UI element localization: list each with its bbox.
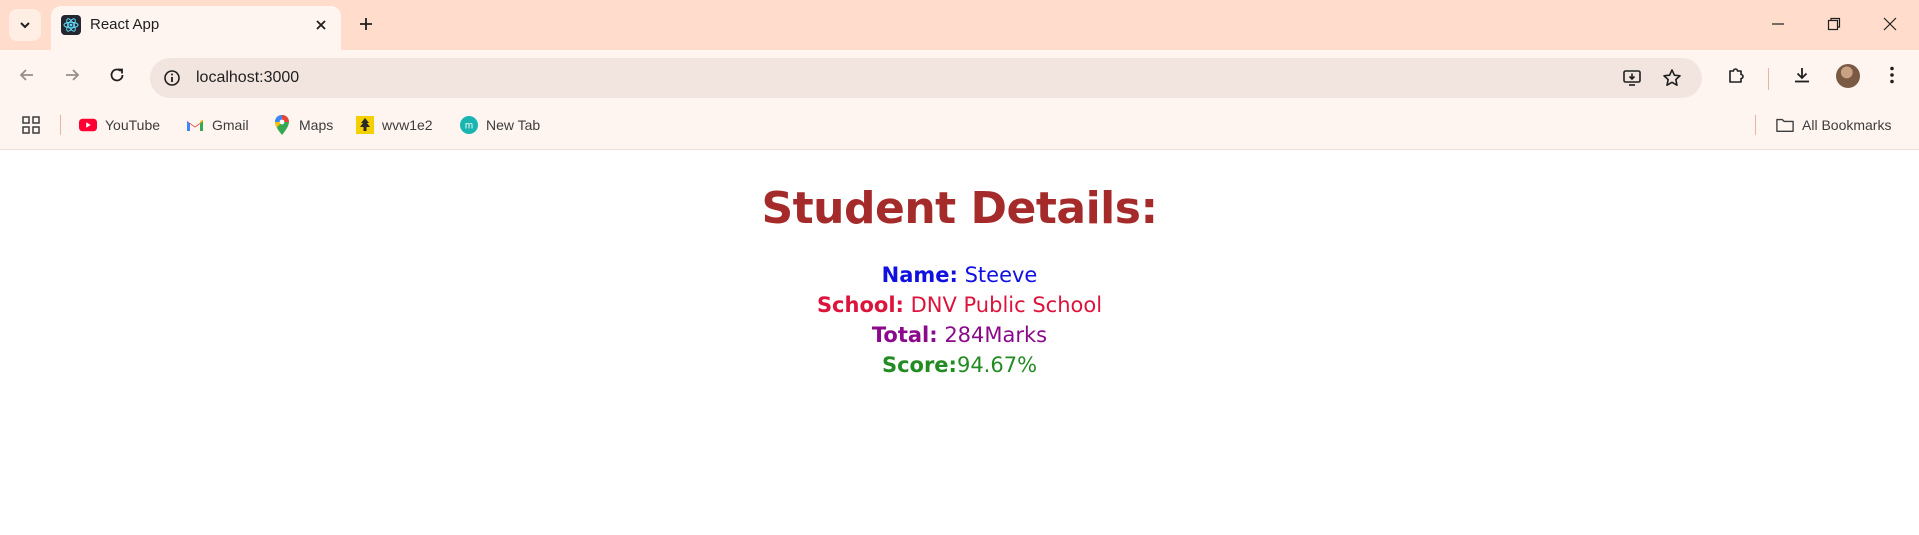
bookmark-label: wvw1e2 (382, 117, 433, 133)
bookmark-new-tab[interactable]: m New Tab (460, 113, 540, 137)
new-tab-button[interactable] (352, 10, 380, 38)
youtube-icon (79, 116, 97, 134)
student-name-row: Name: Steeve (0, 260, 1919, 290)
restore-button[interactable] (1806, 0, 1862, 48)
star-icon (1663, 69, 1681, 86)
tab-search-button[interactable] (9, 9, 41, 41)
toolbar-separator (1768, 68, 1769, 90)
tab-strip: React App (0, 0, 1919, 50)
all-bookmarks-label: All Bookmarks (1802, 117, 1892, 133)
bookmarks-bar: YouTube Gmail Maps wvw1e2 m New Tab All … (0, 100, 1919, 150)
bookmark-label: Maps (299, 117, 334, 133)
close-icon (316, 20, 326, 30)
bookmark-label: New Tab (486, 117, 541, 133)
bookmark-youtube[interactable]: YouTube (79, 113, 160, 137)
gmail-icon (186, 116, 204, 134)
forward-button[interactable] (56, 59, 88, 91)
react-logo-icon (61, 15, 81, 35)
plus-icon (360, 18, 372, 30)
profile-avatar[interactable] (1836, 64, 1860, 88)
wvw1e2-icon (356, 116, 374, 134)
student-school-row: School: DNV Public School (0, 290, 1919, 320)
more-vertical-icon (1890, 66, 1894, 84)
page-heading: Student Details: (761, 183, 1158, 234)
student-total-row: Total: 284Marks (0, 320, 1919, 350)
arrow-left-icon (19, 69, 33, 81)
student-score-row: Score:94.67% (0, 350, 1919, 380)
arrow-right-icon (66, 69, 80, 81)
address-bar[interactable]: localhost:3000 (150, 58, 1702, 98)
field-value: Steeve (957, 263, 1038, 287)
svg-text:m: m (465, 121, 473, 132)
folder-icon (1776, 116, 1794, 134)
minimize-icon (1772, 23, 1784, 25)
bookmarks-separator (1755, 115, 1756, 135)
field-label: Name: (881, 263, 958, 287)
field-label: Score: (881, 353, 957, 377)
downloads-button[interactable] (1788, 61, 1816, 89)
browser-toolbar: localhost:3000 (0, 50, 1919, 100)
apps-button[interactable] (22, 113, 40, 137)
field-value: DNV Public School (903, 293, 1103, 317)
close-icon (1883, 17, 1897, 31)
bookmark-gmail[interactable]: Gmail (186, 113, 249, 137)
url-text[interactable]: localhost:3000 (196, 69, 299, 87)
bookmark-star-button[interactable] (1659, 65, 1685, 91)
site-info-button[interactable] (160, 66, 184, 90)
active-tab[interactable]: React App (51, 6, 341, 50)
reload-button[interactable] (101, 59, 133, 91)
maps-icon (273, 115, 291, 135)
chevron-down-icon (20, 22, 30, 29)
student-details: Name: Steeve School: DNV Public School T… (0, 260, 1919, 380)
back-button[interactable] (11, 59, 43, 91)
field-label: Total: (871, 323, 938, 347)
bookmark-wvw1e2[interactable]: wvw1e2 (356, 113, 433, 137)
restore-icon (1827, 17, 1841, 31)
install-icon (1623, 70, 1641, 86)
new-tab-m-icon: m (460, 116, 478, 134)
apps-grid-icon (22, 116, 40, 134)
menu-button[interactable] (1878, 61, 1906, 89)
info-icon (164, 70, 180, 86)
bookmark-label: Gmail (212, 117, 249, 133)
bookmark-label: YouTube (105, 117, 161, 133)
tab-close-button[interactable] (309, 13, 333, 37)
window-close-button[interactable] (1862, 0, 1918, 48)
download-icon (1795, 68, 1809, 83)
install-app-button[interactable] (1619, 65, 1645, 91)
all-bookmarks-button[interactable]: All Bookmarks (1776, 113, 1891, 137)
tab-title: React App (90, 16, 160, 33)
extensions-button[interactable] (1722, 61, 1750, 89)
reload-icon (110, 68, 124, 82)
field-label: School: (816, 293, 904, 317)
field-value: 284Marks (937, 323, 1048, 347)
page-content: Student Details: Name: Steeve School: DN… (0, 150, 1919, 380)
minimize-button[interactable] (1750, 0, 1806, 48)
bookmark-maps[interactable]: Maps (273, 113, 333, 137)
bookmarks-separator (60, 115, 61, 135)
puzzle-icon (1729, 68, 1744, 83)
field-value: 94.67% (956, 353, 1038, 377)
